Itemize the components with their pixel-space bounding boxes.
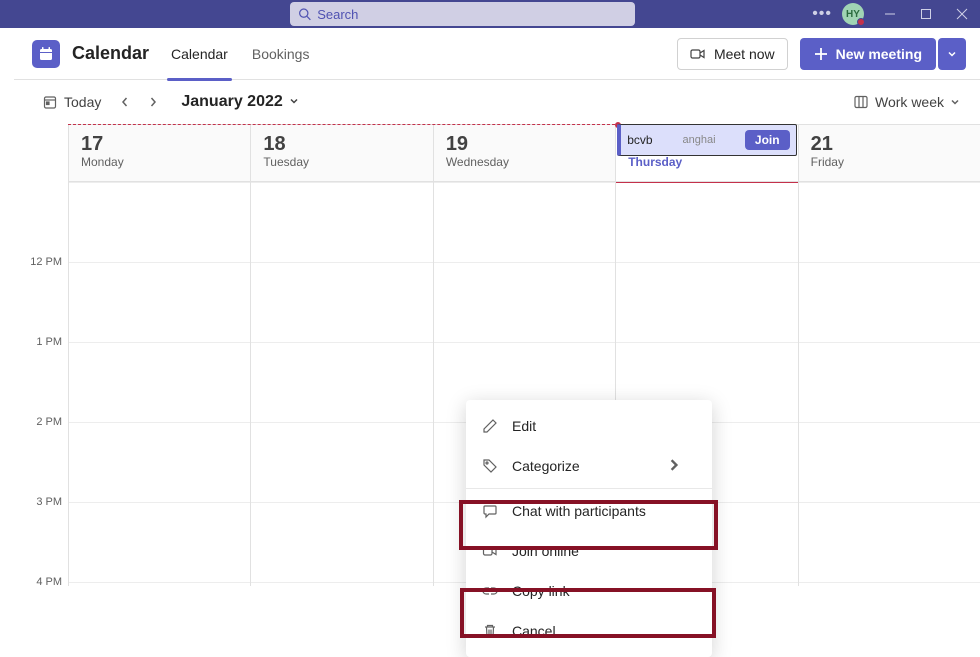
- calendar-event[interactable]: bcvb anghai Join: [617, 124, 796, 156]
- day-header[interactable]: 19Wednesday: [433, 124, 615, 182]
- calendar-toolbar: Today January 2022 Work week: [14, 80, 980, 124]
- event-context-menu: Edit Categorize Chat with participants J…: [466, 400, 712, 657]
- avatar[interactable]: HY: [842, 3, 864, 25]
- time-label: 3 PM: [36, 496, 62, 508]
- search-icon: [298, 7, 311, 21]
- view-switcher[interactable]: Work week: [853, 94, 966, 110]
- window-maximize-button[interactable]: [908, 0, 944, 28]
- chevron-down-icon: [947, 49, 957, 59]
- chevron-right-icon: [666, 457, 696, 476]
- video-icon: [482, 543, 498, 559]
- chevron-down-icon: [950, 94, 966, 110]
- time-label: 1 PM: [36, 336, 62, 348]
- window-minimize-button[interactable]: [872, 0, 908, 28]
- prev-week-button[interactable]: [111, 88, 139, 116]
- context-menu-categorize[interactable]: Categorize: [466, 446, 712, 486]
- tag-icon: [482, 458, 498, 474]
- chevron-right-icon: [148, 96, 158, 108]
- search-box[interactable]: [290, 2, 635, 26]
- day-column[interactable]: [250, 182, 432, 586]
- tab-calendar[interactable]: Calendar: [167, 28, 232, 80]
- app-title: Calendar: [72, 43, 149, 64]
- time-label: 4 PM: [36, 576, 62, 588]
- video-icon: [690, 46, 706, 62]
- trash-icon: [482, 623, 498, 639]
- menu-separator: [466, 488, 712, 489]
- context-menu-edit[interactable]: Edit: [466, 406, 712, 446]
- new-meeting-button[interactable]: New meeting: [800, 38, 936, 70]
- link-icon: [482, 583, 498, 599]
- now-line-dashed: [68, 124, 615, 125]
- tab-bookings[interactable]: Bookings: [248, 28, 314, 80]
- day-header[interactable]: 17Monday: [68, 124, 250, 182]
- week-view-icon: [853, 94, 869, 110]
- day-header[interactable]: 18Tuesday: [250, 124, 432, 182]
- context-menu-copy-link[interactable]: Copy link: [466, 571, 712, 611]
- meet-now-button[interactable]: Meet now: [677, 38, 788, 70]
- new-meeting-dropdown[interactable]: [938, 38, 966, 70]
- context-menu-chat[interactable]: Chat with participants: [466, 491, 712, 531]
- event-subtitle: anghai: [683, 134, 716, 146]
- time-label: 2 PM: [36, 416, 62, 428]
- presence-busy-icon: [857, 18, 865, 26]
- calendar-today-icon: [42, 94, 58, 110]
- app-header: Calendar Calendar Bookings Meet now New …: [14, 28, 980, 80]
- day-column[interactable]: [68, 182, 250, 586]
- event-join-button[interactable]: Join: [745, 130, 790, 150]
- day-column[interactable]: [798, 182, 980, 586]
- day-header[interactable]: 21Friday: [798, 124, 980, 182]
- context-menu-cancel[interactable]: Cancel: [466, 611, 712, 651]
- next-week-button[interactable]: [139, 88, 167, 116]
- calendar-app-icon: [32, 40, 60, 68]
- chat-icon: [482, 503, 498, 519]
- more-icon[interactable]: •••: [802, 5, 842, 23]
- title-bar: ••• HY: [0, 0, 980, 28]
- chevron-left-icon: [120, 96, 130, 108]
- time-label: 12 PM: [30, 256, 62, 268]
- window-close-button[interactable]: [944, 0, 980, 28]
- now-indicator: [616, 182, 797, 183]
- event-title: bcvb: [627, 133, 652, 147]
- today-button[interactable]: Today: [42, 94, 101, 110]
- plus-icon: [814, 47, 828, 61]
- month-picker[interactable]: January 2022: [181, 93, 298, 111]
- search-input[interactable]: [317, 7, 627, 22]
- pencil-icon: [482, 418, 498, 434]
- context-menu-join-online[interactable]: Join online: [466, 531, 712, 571]
- chevron-down-icon: [289, 93, 299, 111]
